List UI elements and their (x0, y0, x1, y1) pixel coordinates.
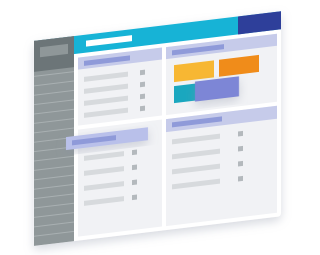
placeholder-row-square (238, 160, 243, 167)
placeholder-row-square (140, 105, 145, 112)
tile-teal (174, 83, 196, 104)
placeholder-row-square (238, 130, 243, 137)
placeholder-row-square (132, 164, 137, 171)
placeholder-row-square (140, 81, 145, 88)
placeholder-row-square (132, 179, 137, 186)
placeholder-row-square (140, 93, 145, 100)
dashboard-artwork (34, 11, 281, 246)
placeholder-row-square (132, 194, 137, 201)
dashboard-illustration (0, 0, 300, 255)
placeholder-row-square (238, 175, 243, 182)
placeholder-row-square (140, 69, 145, 76)
placeholder-row-square (238, 145, 243, 152)
placeholder-row-square (132, 149, 137, 156)
